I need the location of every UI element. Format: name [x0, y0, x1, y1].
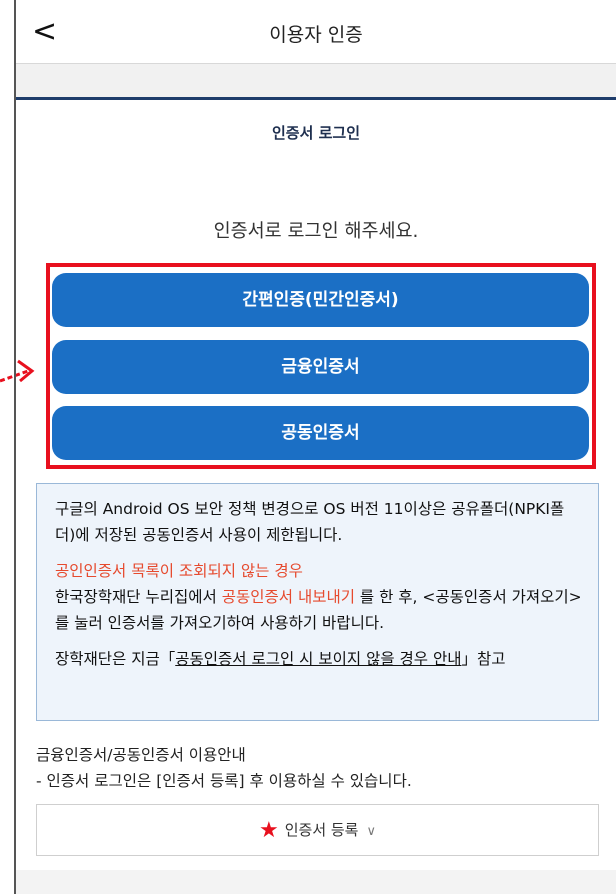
star-icon: ★ [258, 818, 279, 843]
divider [16, 97, 616, 100]
instruction-text: 한국장학재단 누리집에서 [55, 588, 222, 606]
usage-line: - 인증서 로그인은 [인증서 등록] 후 이용하실 수 있습니다. [36, 772, 412, 790]
guide-link[interactable]: 공동인증서 로그인 시 보이지 않을 경우 안내 [175, 650, 461, 668]
simple-cert-button[interactable]: 간편인증(민간인증서) [52, 273, 589, 327]
joint-cert-button[interactable]: 공동인증서 [52, 406, 589, 460]
export-cert-link[interactable]: 공동인증서 내보내기 [222, 588, 355, 606]
warning-text: 공인인증서 목록이 조회되지 않는 경우 [55, 562, 303, 580]
app-frame: < 이용자 인증 인증서 로그인 인증서로 로그인 해주세요. 간편인증(민간인… [14, 0, 616, 894]
top-bar: < 이용자 인증 [16, 0, 616, 64]
guide-suffix: 」참고 [461, 650, 506, 668]
cert-register-button[interactable]: ★ 인증서 등록 ∨ [36, 804, 599, 856]
bottom-strip [16, 870, 616, 894]
usage-info: 금융인증서/공동인증서 이용안내 - 인증서 로그인은 [인증서 등록] 후 이… [36, 742, 412, 794]
login-prompt: 인증서로 로그인 해주세요. [213, 221, 419, 242]
chevron-down-icon: ∨ [366, 824, 377, 839]
spacer-band [16, 64, 616, 97]
notice-box: 구글의 Android OS 보안 정책 변경으로 OS 버전 11이상은 공유… [36, 483, 599, 721]
financial-cert-button[interactable]: 금융인증서 [52, 340, 589, 394]
section-title: 인증서 로그인 [271, 124, 361, 142]
usage-title: 금융인증서/공동인증서 이용안내 [36, 746, 246, 764]
guide-prefix: 장학재단은 지금「 [55, 650, 176, 668]
register-label: 인증서 등록 [284, 821, 359, 839]
export-instructions: 한국장학재단 누리집에서 공동인증서 내보내기 를 한 후, <공동인증서 가져… [55, 584, 584, 636]
page-title: 이용자 인증 [269, 24, 363, 46]
notice-text: 구글의 Android OS 보안 정책 변경으로 OS 버전 11이상은 공유… [55, 500, 565, 544]
guide-reference: 장학재단은 지금「공동인증서 로그인 시 보이지 않을 경우 안내」참고 [55, 646, 584, 672]
